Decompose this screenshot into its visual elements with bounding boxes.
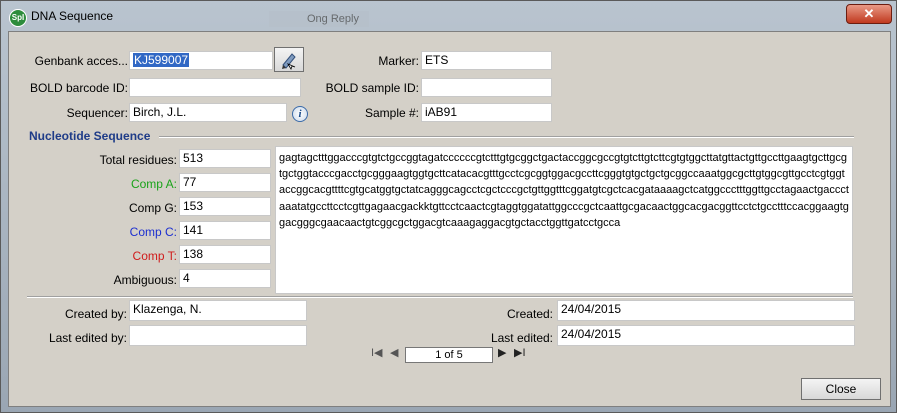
total-residues-label: Total residues:: [99, 153, 177, 167]
last-edited-by-label: Last edited by:: [48, 331, 127, 345]
window-title: DNA Sequence: [31, 9, 114, 23]
bold-sample-field[interactable]: [421, 78, 552, 97]
info-icon[interactable]: i: [292, 106, 308, 122]
ambiguous-field[interactable]: 4: [179, 269, 271, 288]
title-bar[interactable]: SpI DNA Sequence Ong Reply ✕: [1, 1, 896, 31]
bold-barcode-label: BOLD barcode ID:: [29, 81, 128, 95]
created-label: Created:: [506, 307, 553, 321]
window-close-button[interactable]: ✕: [846, 4, 892, 24]
last-edited-by-field[interactable]: [129, 325, 307, 346]
marker-field[interactable]: ETS: [421, 51, 552, 70]
genbank-field[interactable]: KJ599007: [129, 51, 273, 70]
page-indicator[interactable]: 1 of 5: [405, 347, 493, 363]
comp-g-label: Comp G:: [128, 201, 177, 215]
sample-number-field[interactable]: iAB91: [421, 103, 552, 122]
created-by-label: Created by:: [64, 307, 127, 321]
sequencer-label: Sequencer:: [66, 106, 128, 120]
next-page-button[interactable]: ▶: [498, 346, 506, 359]
created-by-field[interactable]: Klazenga, N.: [129, 300, 307, 321]
edit-genbank-button[interactable]: [274, 47, 304, 72]
comp-a-field[interactable]: 77: [179, 173, 271, 192]
comp-g-field[interactable]: 153: [179, 197, 271, 216]
previous-page-button[interactable]: ◀: [390, 346, 398, 359]
created-field[interactable]: 24/04/2015: [557, 300, 855, 321]
genbank-value: KJ599007: [133, 53, 190, 67]
section-divider: [159, 136, 854, 138]
comp-t-label: Comp T:: [132, 249, 177, 263]
background-window-title: Ong Reply: [269, 11, 369, 27]
footer-divider: [27, 296, 853, 298]
ambiguous-label: Ambiguous:: [113, 273, 177, 287]
first-page-button[interactable]: I◀: [371, 346, 383, 359]
pencil-icon: [282, 53, 296, 70]
dialog-body: Genbank acces... KJ599007 Marker: ETS BO…: [8, 31, 891, 407]
sequencer-field[interactable]: Birch, J.L.: [129, 103, 287, 122]
close-button[interactable]: Close: [801, 378, 881, 400]
marker-label: Marker:: [378, 54, 419, 68]
last-page-button[interactable]: ▶I: [514, 346, 526, 359]
app-icon: SpI: [9, 9, 27, 27]
dna-sequence-window: SpI DNA Sequence Ong Reply ✕ Genbank acc…: [0, 0, 897, 413]
total-residues-field[interactable]: 513: [179, 149, 271, 168]
comp-t-field[interactable]: 138: [179, 245, 271, 264]
nucleotide-section-title: Nucleotide Sequence: [29, 129, 151, 143]
last-edited-field[interactable]: 24/04/2015: [557, 325, 855, 346]
comp-c-label: Comp C:: [129, 225, 177, 239]
last-edited-label: Last edited:: [490, 331, 553, 345]
comp-a-label: Comp A:: [130, 177, 177, 191]
sample-number-label: Sample #:: [364, 106, 419, 120]
sequence-textarea[interactable]: gagtagctttggacccgtgtctgccggtagatccccccgt…: [275, 146, 853, 294]
bold-sample-label: BOLD sample ID:: [325, 81, 419, 95]
genbank-label: Genbank acces...: [34, 54, 128, 68]
comp-c-field[interactable]: 141: [179, 221, 271, 240]
bold-barcode-field[interactable]: [129, 78, 301, 97]
